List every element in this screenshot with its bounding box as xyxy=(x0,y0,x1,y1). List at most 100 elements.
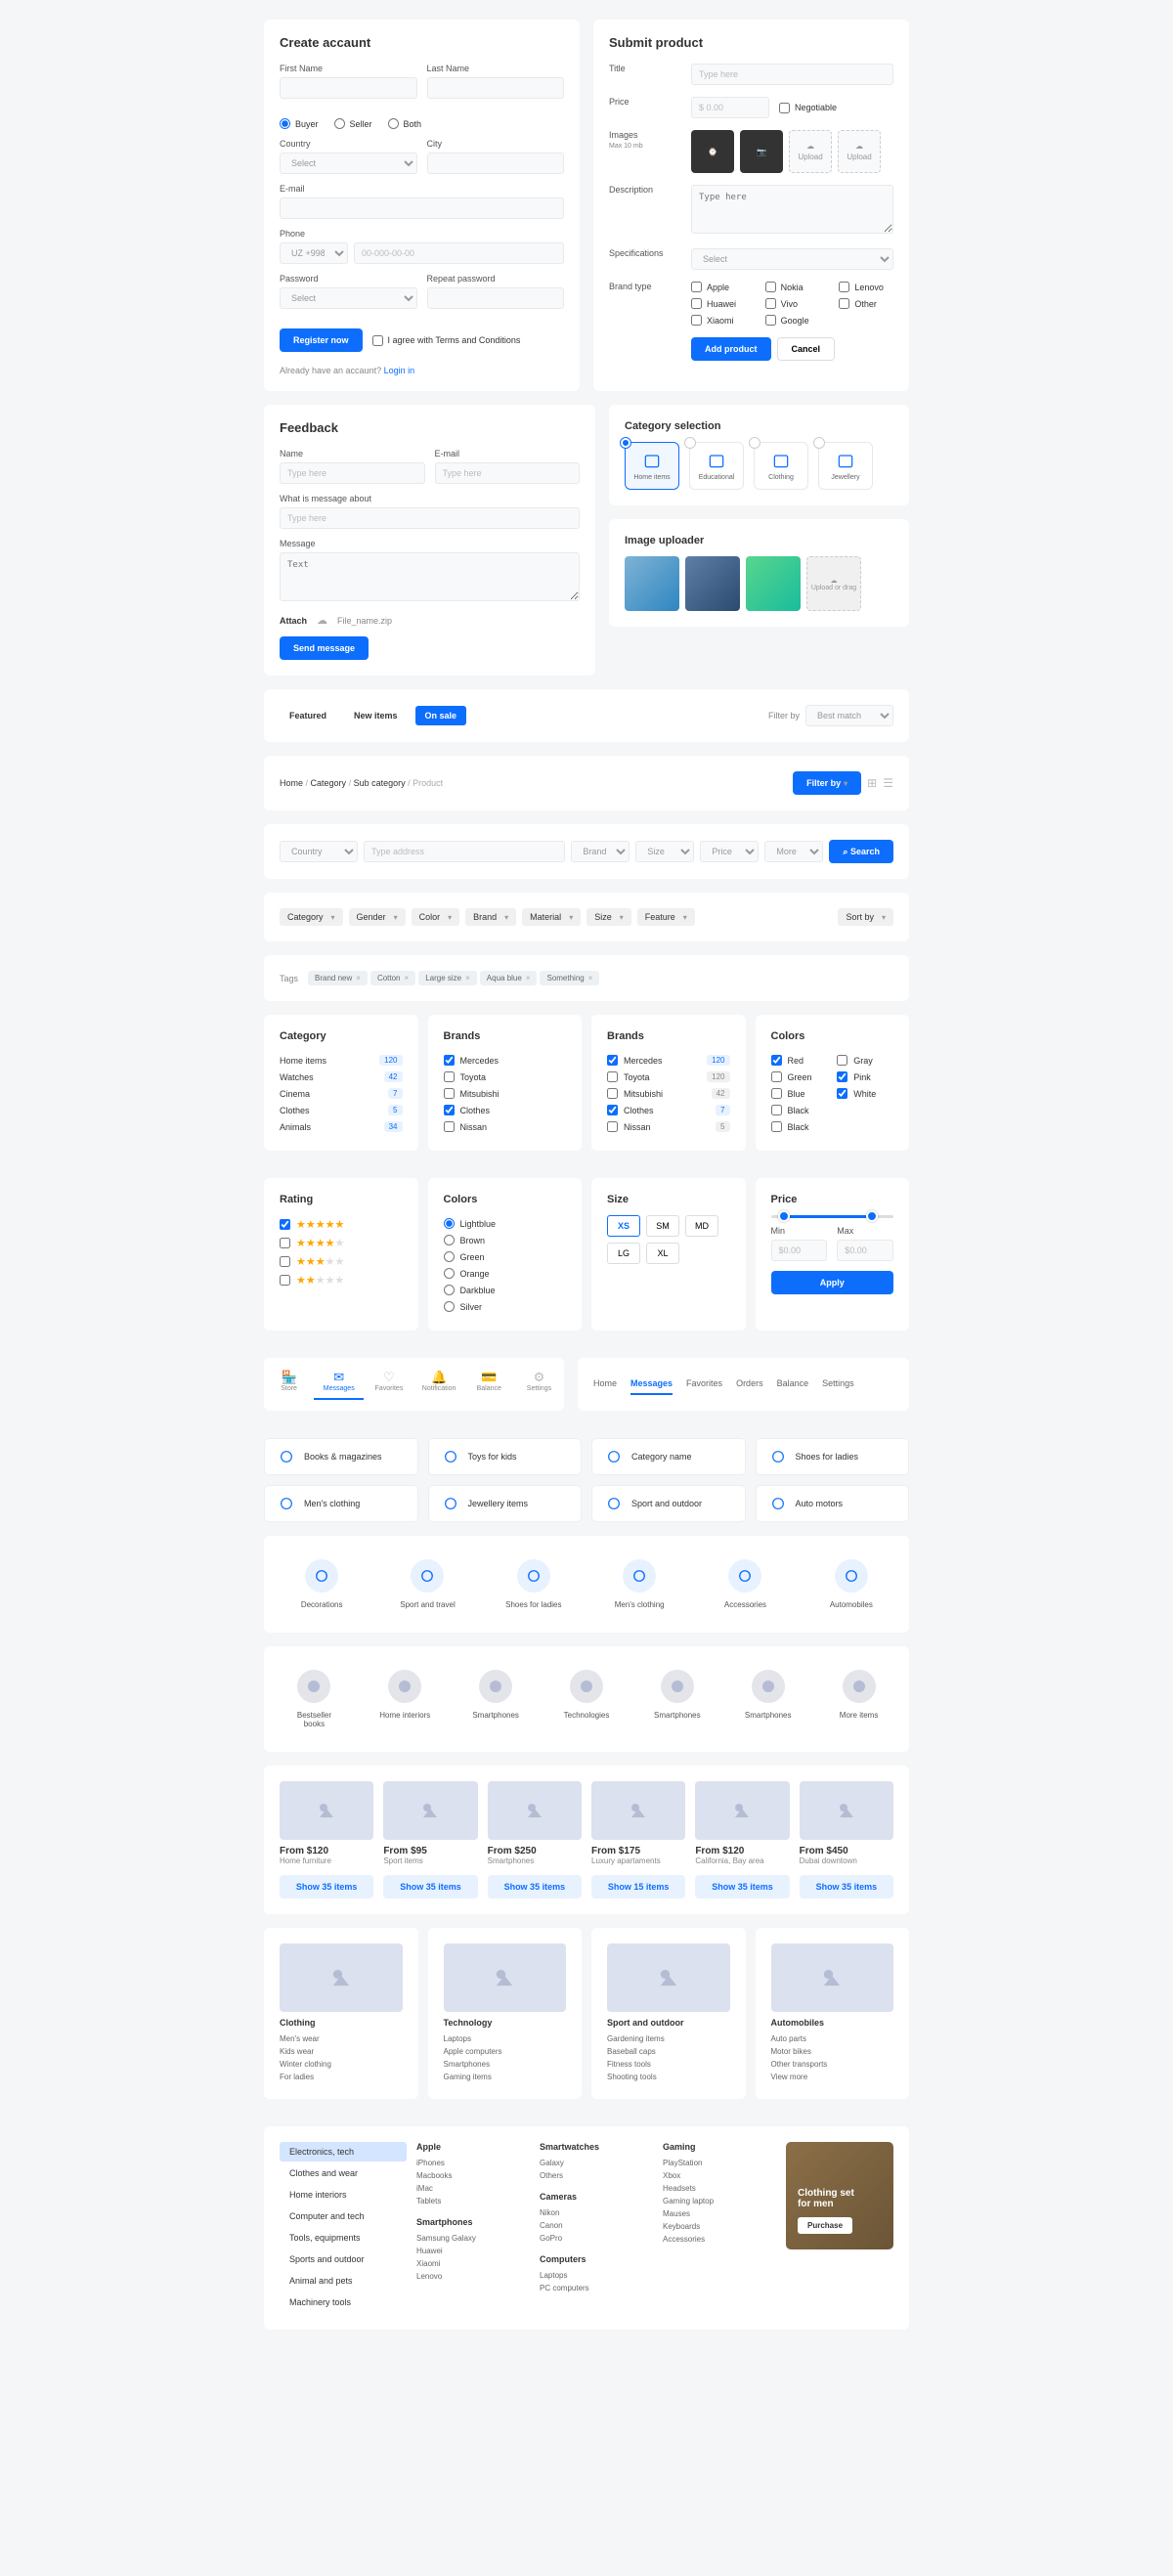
mega-link[interactable]: Accessories xyxy=(663,2233,776,2246)
address-input[interactable] xyxy=(364,841,565,862)
color-checkbox[interactable]: White xyxy=(837,1085,893,1102)
sort-by-pill[interactable]: Sort by xyxy=(838,908,893,926)
mega-link[interactable]: iMac xyxy=(416,2182,530,2195)
negotiable-checkbox[interactable]: Negotiable xyxy=(779,103,837,113)
brand-filter[interactable]: Brand xyxy=(571,841,630,862)
side-menu-item[interactable]: Home interiors xyxy=(280,2185,407,2205)
filter-pill[interactable]: Gender xyxy=(349,908,406,926)
last-name-input[interactable] xyxy=(427,77,565,99)
category-tile[interactable]: Accessories xyxy=(697,1546,793,1623)
show-items-button[interactable]: Show 15 items xyxy=(591,1875,685,1899)
product-card[interactable]: From $250SmartphonesShow 35 items xyxy=(488,1781,582,1899)
first-name-input[interactable] xyxy=(280,77,417,99)
category-tile[interactable]: More items xyxy=(818,1656,899,1742)
register-button[interactable]: Register now xyxy=(280,328,363,352)
radio-both[interactable]: Both xyxy=(388,118,422,129)
tab-featured[interactable]: Featured xyxy=(280,706,336,725)
mega-link[interactable]: Macbooks xyxy=(416,2169,530,2182)
show-items-button[interactable]: Show 35 items xyxy=(695,1875,789,1899)
mega-link[interactable]: iPhones xyxy=(416,2157,530,2169)
add-product-button[interactable]: Add product xyxy=(691,337,771,361)
size-button[interactable]: XL xyxy=(646,1243,679,1264)
nav-icon-item[interactable]: ✉Messages xyxy=(314,1364,364,1400)
mega-link[interactable]: Headsets xyxy=(663,2182,776,2195)
category-tile[interactable]: Clothing xyxy=(754,442,808,490)
brand-checkbox[interactable]: Xiaomi xyxy=(691,315,746,326)
color-radio[interactable]: Brown xyxy=(444,1232,567,1248)
category-tile[interactable]: Home interiors xyxy=(365,1656,446,1742)
side-menu-item[interactable]: Sports and outdoor xyxy=(280,2249,407,2269)
country-filter[interactable]: Country xyxy=(280,841,358,862)
mega-link[interactable]: Gaming laptop xyxy=(663,2195,776,2207)
radio-buyer[interactable]: Buyer xyxy=(280,118,319,129)
category-row[interactable]: Watches42 xyxy=(280,1069,403,1085)
category-tile[interactable]: Sport and travel xyxy=(379,1546,475,1623)
brand-checkbox[interactable]: Apple xyxy=(691,282,746,292)
uploaded-image[interactable] xyxy=(746,556,801,611)
product-title-input[interactable] xyxy=(691,64,893,85)
color-checkbox[interactable]: Red xyxy=(771,1052,828,1069)
mega-link[interactable]: Tablets xyxy=(416,2195,530,2207)
color-checkbox[interactable]: Green xyxy=(771,1069,828,1085)
tag[interactable]: Large size × xyxy=(418,971,477,985)
show-items-button[interactable]: Show 35 items xyxy=(488,1875,582,1899)
category-tile[interactable]: Smartphones xyxy=(636,1656,717,1742)
category-tile[interactable]: Men's clothing xyxy=(591,1546,687,1623)
category-card[interactable]: Category name xyxy=(591,1438,746,1475)
description-textarea[interactable] xyxy=(691,185,893,234)
nav-tab[interactable]: Orders xyxy=(736,1374,763,1395)
filter-select[interactable]: Best match xyxy=(805,705,893,726)
category-card[interactable]: Shoes for ladies xyxy=(756,1438,910,1475)
category-tile[interactable]: Smartphones xyxy=(456,1656,537,1742)
filter-pill[interactable]: Category xyxy=(280,908,343,926)
category-card[interactable]: Sport and outdoor xyxy=(591,1485,746,1522)
nav-tab[interactable]: Favorites xyxy=(686,1374,722,1395)
category-tile[interactable]: Bestseller books xyxy=(274,1656,355,1742)
brand-checkbox[interactable]: Mercedes xyxy=(444,1052,567,1069)
show-items-button[interactable]: Show 35 items xyxy=(280,1875,373,1899)
uploaded-image[interactable] xyxy=(625,556,679,611)
phone-prefix-select[interactable]: UZ +998 xyxy=(280,242,348,264)
fb-message-textarea[interactable] xyxy=(280,552,580,601)
price-min-input[interactable] xyxy=(771,1240,828,1261)
color-checkbox[interactable]: Blue xyxy=(771,1085,828,1102)
brand-checkbox[interactable]: Nissan xyxy=(444,1118,567,1135)
tab-new[interactable]: New items xyxy=(344,706,408,725)
price-input[interactable] xyxy=(691,97,769,118)
repeat-password-input[interactable] xyxy=(427,287,565,309)
nav-tab[interactable]: Balance xyxy=(777,1374,809,1395)
color-radio[interactable]: Green xyxy=(444,1248,567,1265)
color-radio[interactable]: Lightblue xyxy=(444,1215,567,1232)
tag[interactable]: Something × xyxy=(540,971,599,985)
category-card[interactable]: Jewellery items xyxy=(428,1485,583,1522)
filter-pill[interactable]: Color xyxy=(412,908,460,926)
mega-link[interactable]: PC computers xyxy=(540,2282,653,2294)
brand-checkbox[interactable]: Clothes xyxy=(444,1102,567,1118)
login-link[interactable]: Login in xyxy=(384,366,415,375)
brand-checkbox[interactable]: Mitsubishi42 xyxy=(607,1085,730,1102)
mega-link[interactable]: PlayStation xyxy=(663,2157,776,2169)
brand-checkbox[interactable]: Clothes7 xyxy=(607,1102,730,1118)
image-thumb[interactable]: 📷 xyxy=(740,130,783,173)
brand-checkbox[interactable]: Toyota120 xyxy=(607,1069,730,1085)
category-tile[interactable]: Jewellery xyxy=(818,442,873,490)
brand-checkbox[interactable]: Nokia xyxy=(765,282,820,292)
price-max-input[interactable] xyxy=(837,1240,893,1261)
rating-row[interactable]: ★★★★★ xyxy=(280,1215,403,1234)
side-menu-item[interactable]: Animal and pets xyxy=(280,2271,407,2291)
cancel-button[interactable]: Cancel xyxy=(777,337,836,361)
mega-link[interactable]: Keyboards xyxy=(663,2220,776,2233)
show-items-button[interactable]: Show 35 items xyxy=(800,1875,893,1899)
nav-icon-item[interactable]: 💳Balance xyxy=(464,1364,514,1400)
fb-email-input[interactable] xyxy=(435,462,581,484)
brand-checkbox[interactable]: Google xyxy=(765,315,820,326)
category-card[interactable]: Books & magazines xyxy=(264,1438,418,1475)
mega-link[interactable]: Nikon xyxy=(540,2206,653,2219)
side-menu-item[interactable]: Computer and tech xyxy=(280,2206,407,2226)
nav-tab[interactable]: Home xyxy=(593,1374,617,1395)
mega-link[interactable]: Mauses xyxy=(663,2207,776,2220)
mega-link[interactable]: Lenovo xyxy=(416,2270,530,2283)
color-checkbox[interactable]: Black xyxy=(771,1102,828,1118)
rating-row[interactable]: ★★★★★ xyxy=(280,1234,403,1252)
upload-dropzone[interactable]: ☁Upload or drag xyxy=(806,556,861,611)
